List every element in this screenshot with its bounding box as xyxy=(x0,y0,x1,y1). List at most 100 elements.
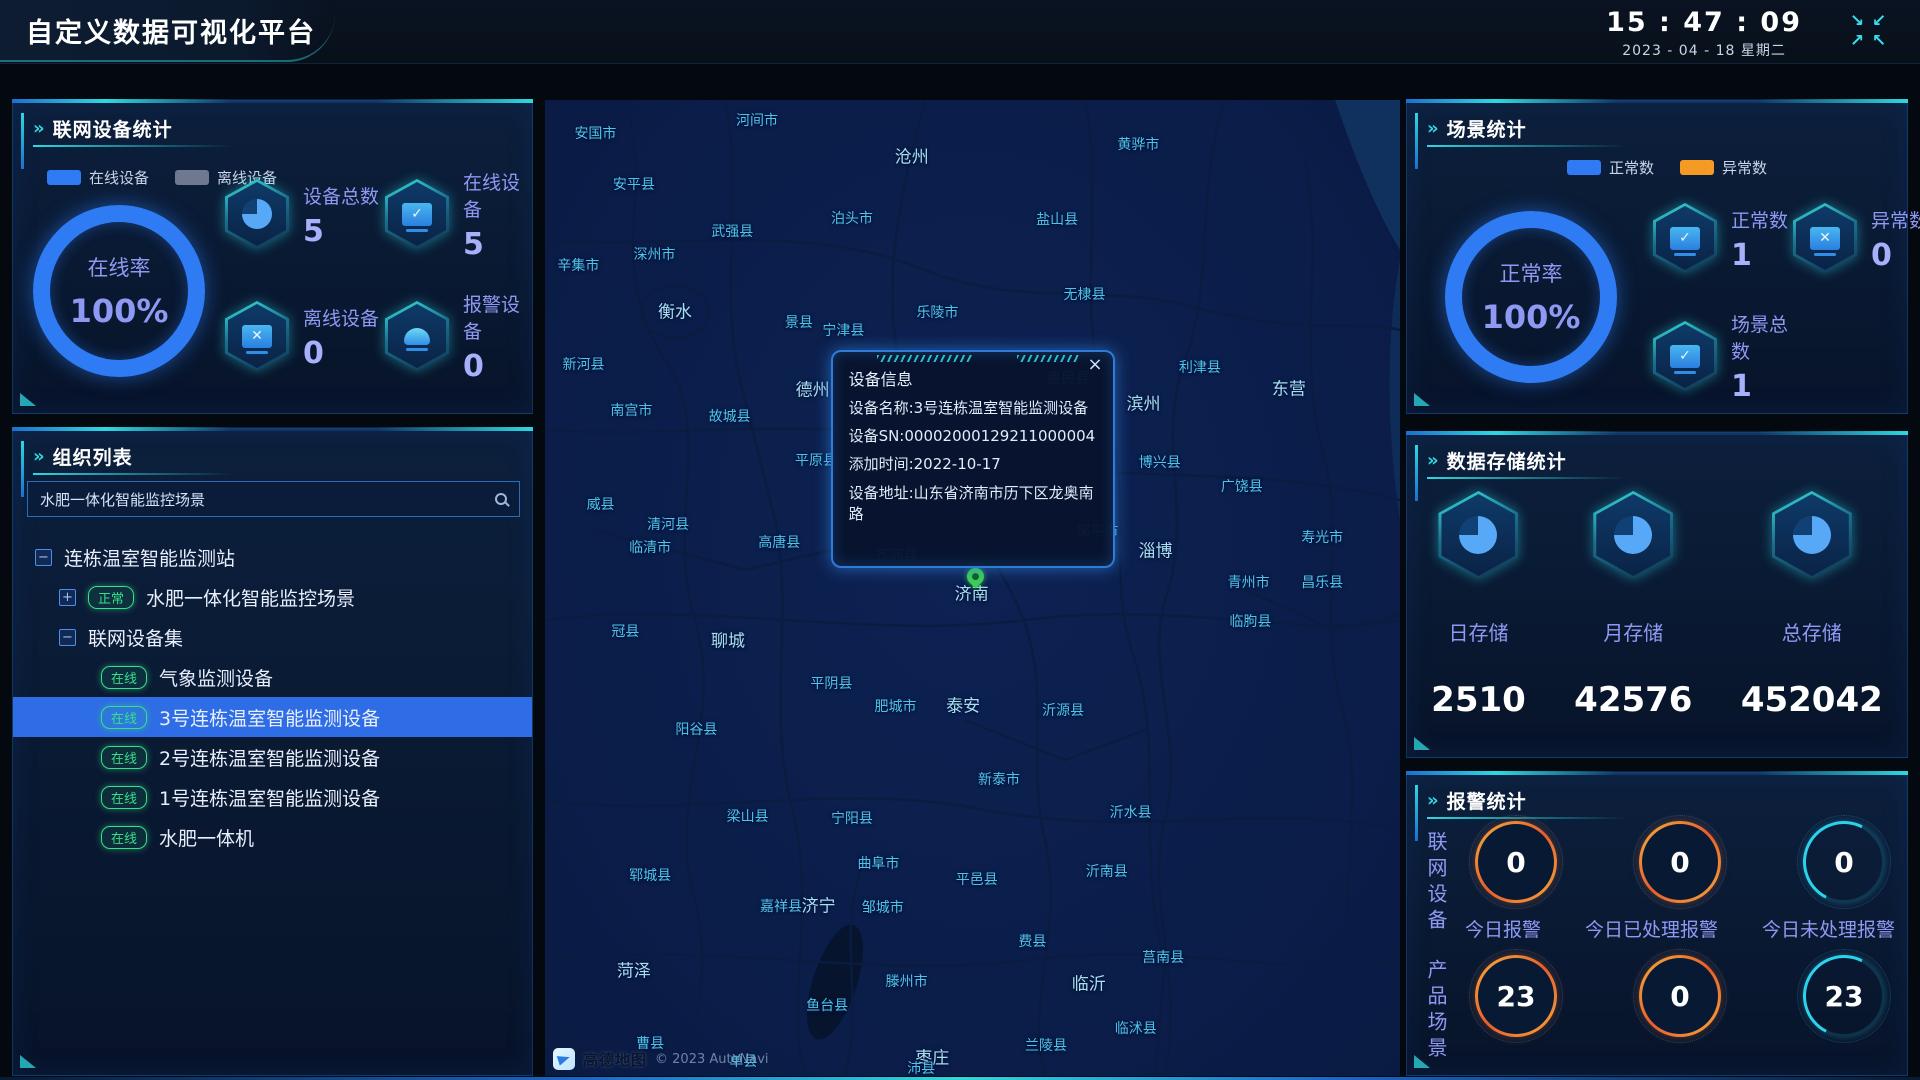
stat-label: 场景总数 xyxy=(1731,310,1793,364)
tree-row[interactable]: 在线 水肥一体机 xyxy=(13,817,532,857)
tree-row[interactable]: − 联网设备集 xyxy=(13,617,532,657)
alarm-gauge: 23 xyxy=(1475,955,1557,1037)
org-tree: − 连栋温室智能监测站 + 正常 水肥一体化智能监控场景 − 联网设备集 在线 … xyxy=(13,537,532,857)
stat-item: 正常数 1 xyxy=(1653,179,1793,297)
status-badge: 正常 xyxy=(88,586,134,609)
scene-stat-grid: 正常数 1 异常数 0 场景总数 1 xyxy=(1653,179,1920,415)
panel-title: » 报警统计 xyxy=(1407,773,1907,814)
chevrons-icon: » xyxy=(33,446,45,467)
alarm-gauge: 0 xyxy=(1639,955,1721,1037)
alarm-gauge: 0 xyxy=(1475,821,1557,903)
scene-stats-panel: » 场景统计 正常数 异常数 正常率 100% 正常数 1 xyxy=(1406,100,1908,414)
stat-hexagon-icon xyxy=(1593,491,1673,579)
stat-hexagon-icon xyxy=(385,179,449,249)
map-attribution: 高德地图 © 2023 AutoNavi xyxy=(553,1048,769,1070)
stat-hexagon-icon xyxy=(1772,491,1852,579)
title-underline xyxy=(33,473,233,475)
tree-expander-icon[interactable]: + xyxy=(59,589,76,606)
stat-glyph-icon xyxy=(1670,227,1700,250)
alarm-value: 23 xyxy=(1497,980,1536,1013)
legend-color-chip xyxy=(175,170,209,185)
status-badge: 在线 xyxy=(101,786,147,809)
stat-value: 1 xyxy=(1731,372,1793,402)
panel-title: » 联网设备统计 xyxy=(13,101,532,142)
popup-line: 设备名称:3号连栋温室智能监测设备 xyxy=(849,398,1097,419)
storage-value: 452042 xyxy=(1741,680,1883,720)
legend-item: 异常数 xyxy=(1680,157,1767,178)
storage-column: 日存储 2510 xyxy=(1431,491,1526,720)
chevrons-icon: » xyxy=(1427,790,1439,811)
storage-column: 月存储 42576 xyxy=(1574,491,1692,720)
app-title: 自定义数据可视化平台 xyxy=(26,11,316,50)
stat-label: 在线设备 xyxy=(463,168,535,222)
tree-expander-icon[interactable]: − xyxy=(59,629,76,646)
nav-tab-label: 体验平台 xyxy=(413,18,489,45)
organization-panel: » 组织列表 − 连栋温室智能监测站 + 正常 水肥一体化智能监控场景 − 联网… xyxy=(12,428,533,1076)
popup-line: 设备SN:00002000129211000004 xyxy=(849,426,1097,447)
stat-hexagon-icon xyxy=(225,179,289,249)
title-underline xyxy=(33,145,233,147)
storage-columns: 日存储 2510 月存储 42576 总存储 452042 xyxy=(1407,491,1907,720)
tree-expander-icon[interactable]: − xyxy=(35,549,52,566)
gauge-label: 在线率 xyxy=(88,252,151,282)
storage-value: 42576 xyxy=(1574,680,1692,720)
storage-value: 2510 xyxy=(1431,680,1526,720)
tree-row[interactable]: 在线 3号连栋温室智能监测设备 xyxy=(13,697,532,737)
legend-color-chip xyxy=(1680,160,1714,175)
normal-rate-gauge: 正常率 100% xyxy=(1445,211,1617,383)
alarm-gauge: 0 xyxy=(1639,821,1721,903)
stat-item: 场景总数 1 xyxy=(1653,297,1793,415)
tree-item-label: 2号连栋温室智能监测设备 xyxy=(159,744,380,771)
stat-glyph-icon xyxy=(402,203,432,226)
alarm-row-label-scenes: 产品场景 xyxy=(1427,959,1451,1063)
tree-row[interactable]: − 连栋温室智能监测站 xyxy=(13,537,532,577)
tree-row[interactable]: 在线 气象监测设备 xyxy=(13,657,532,697)
stat-label: 离线设备 xyxy=(303,304,379,331)
legend-item: 在线设备 xyxy=(47,167,149,188)
alarm-gauge: 23 xyxy=(1803,955,1885,1037)
stat-value: 5 xyxy=(303,217,379,247)
amap-logo-icon xyxy=(553,1048,575,1070)
storage-label: 月存储 xyxy=(1603,617,1663,646)
stat-item: 异常数 0 xyxy=(1793,179,1920,297)
stat-item: 离线设备 0 xyxy=(225,275,385,397)
status-badge: 在线 xyxy=(101,666,147,689)
alarm-gauge: 0 xyxy=(1803,821,1885,903)
device-stat-grid: 设备总数 5 在线设备 5 离线设备 0 xyxy=(225,153,535,397)
popup-title: 设备信息 xyxy=(849,366,1097,390)
alarm-row-devices: 0 0 0 xyxy=(1465,821,1895,903)
fullscreen-toggle-icon[interactable]: ↘↙↗↖ xyxy=(1846,12,1890,52)
stat-label: 设备总数 xyxy=(303,182,379,209)
popup-line: 设备地址:山东省济南市历下区龙奥南路 xyxy=(849,483,1097,526)
tree-row[interactable]: 在线 1号连栋温室智能监测设备 xyxy=(13,777,532,817)
clock-time: 15 : 47 : 09 xyxy=(1606,7,1802,38)
app-logo: 自定义数据可视化平台 xyxy=(0,0,335,62)
stat-label: 异常数 xyxy=(1871,206,1920,233)
nav-tab-label: 控制台 xyxy=(439,18,496,45)
legend-item: 正常数 xyxy=(1567,157,1654,178)
tree-item-label: 1号连栋温室智能监测设备 xyxy=(159,784,380,811)
alarm-column-label: 今日已处理报警 xyxy=(1585,915,1718,942)
org-search-input[interactable] xyxy=(40,490,495,508)
panel-title: » 组织列表 xyxy=(13,429,532,470)
clock-date: 2023 - 04 - 18 星期二 xyxy=(1606,40,1802,60)
stat-value: 5 xyxy=(463,230,535,260)
tree-row[interactable]: + 正常 水肥一体化智能监控场景 xyxy=(13,577,532,617)
alarm-value: 0 xyxy=(1506,846,1525,879)
fullscreen-arrow-glyph: ↖ xyxy=(1868,32,1890,52)
popup-close-button[interactable]: × xyxy=(1087,356,1102,374)
search-icon[interactable] xyxy=(495,493,507,505)
tree-item-label: 水肥一体机 xyxy=(159,824,254,851)
map-canvas[interactable]: 安国市河间市黄骅市沧州安平县泊头市盐山县武强县深州市辛集市衡水景县乐陵市无棣县宁… xyxy=(545,100,1400,1076)
title-underline xyxy=(1427,477,1627,479)
chevrons-icon: » xyxy=(33,118,45,139)
storage-column: 总存储 452042 xyxy=(1741,491,1883,720)
legend-color-chip xyxy=(1567,160,1601,175)
tree-row[interactable]: 在线 2号连栋温室智能监测设备 xyxy=(13,737,532,777)
nav-tab-label: 系统总览 xyxy=(365,18,441,45)
stat-item: 设备总数 5 xyxy=(225,153,385,275)
stat-glyph-icon xyxy=(1670,345,1700,368)
tree-item-label: 气象监测设备 xyxy=(159,664,273,691)
nav-tab-label: 数据监控 xyxy=(374,18,450,45)
stat-label: 报警设备 xyxy=(463,290,535,344)
